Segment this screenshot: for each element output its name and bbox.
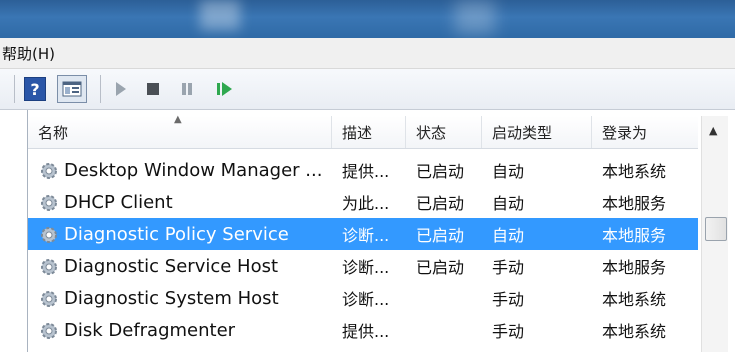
column-startup-type-label: 启动类型 (492, 123, 553, 142)
column-name-label: 名称 (38, 123, 69, 142)
service-logon-as: 本地系统 (602, 290, 667, 309)
service-name: Disk Defragmenter (64, 319, 236, 341)
toolbar: ? (0, 69, 735, 110)
column-logon-as-label: 登录为 (602, 123, 648, 142)
service-status (416, 282, 486, 314)
service-status: 已启动 (416, 258, 465, 277)
menu-help[interactable]: 帮助(H) (2, 43, 55, 64)
start-service-button[interactable] (108, 75, 134, 103)
service-status (416, 314, 486, 346)
table-row[interactable]: Diagnostic System Host 诊断... 手动 本地系统 (28, 282, 698, 314)
column-status-label: 状态 (416, 123, 447, 142)
gear-icon (41, 323, 57, 339)
column-status[interactable]: 状态 (406, 116, 482, 148)
scrollbar-thumb[interactable] (705, 217, 727, 241)
console-tree-pane (0, 110, 28, 352)
table-row-selected[interactable]: Diagnostic Policy Service 诊断... 已启动 自动 本… (28, 218, 698, 250)
titlebar-highlight (455, 0, 495, 34)
pause-icon (182, 83, 192, 95)
service-startup-type: 手动 (492, 290, 525, 309)
service-description: 诊断... (342, 226, 390, 245)
service-startup-type: 自动 (492, 194, 525, 213)
service-name: Desktop Window Manager ... (64, 159, 323, 181)
vertical-scrollbar[interactable]: ▲ (701, 116, 728, 352)
service-logon-as: 本地系统 (602, 322, 667, 341)
stop-icon (147, 83, 159, 95)
sort-ascending-icon: ▲ (174, 114, 182, 125)
service-status: 已启动 (416, 194, 465, 213)
play-icon (116, 82, 126, 96)
console-tree-glyph (62, 81, 82, 97)
table-row[interactable]: Diagnostic Service Host 诊断... 已启动 手动 本地服… (28, 250, 698, 282)
toolbar-separator (100, 75, 101, 103)
table-row[interactable]: Disk Defragmenter 提供... 手动 本地系统 (28, 314, 698, 346)
service-logon-as: 本地服务 (602, 226, 667, 245)
restart-service-button[interactable] (212, 75, 238, 103)
table-row[interactable]: DHCP Client 为此... 已启动 自动 本地服务 (28, 186, 698, 218)
table-row[interactable]: Desktop Window Manager ... 提供... 已启动 自动 … (28, 154, 698, 186)
column-name[interactable]: 名称 ▲ (28, 114, 332, 148)
service-logon-as: 本地系统 (602, 162, 667, 181)
service-name: DHCP Client (64, 191, 173, 213)
column-logon-as[interactable]: 登录为 (592, 116, 698, 148)
gear-icon (41, 291, 57, 307)
service-name: Diagnostic System Host (64, 287, 279, 309)
service-name: Diagnostic Policy Service (64, 223, 289, 245)
restart-icon (217, 82, 232, 96)
service-description: 为此... (342, 194, 390, 213)
menu-bar: 帮助(H) (0, 38, 735, 69)
service-startup-type: 自动 (492, 226, 525, 245)
console-tree-icon (57, 75, 87, 103)
column-startup-type[interactable]: 启动类型 (482, 116, 592, 148)
gear-icon (41, 259, 57, 275)
service-startup-type: 自动 (492, 162, 525, 181)
service-description: 提供... (342, 162, 390, 181)
service-status: 已启动 (416, 162, 465, 181)
help-glyph: ? (30, 79, 40, 99)
scroll-up-icon[interactable]: ▲ (709, 124, 717, 137)
service-status: 已启动 (416, 226, 465, 245)
gear-icon (41, 195, 57, 211)
column-description[interactable]: 描述 (332, 116, 406, 148)
toolbar-separator (14, 75, 15, 103)
service-logon-as: 本地服务 (602, 258, 667, 277)
column-description-label: 描述 (342, 123, 373, 142)
service-description: 诊断... (342, 258, 390, 277)
window-titlebar (0, 0, 735, 38)
service-description: 提供... (342, 322, 390, 341)
pause-service-button[interactable] (174, 75, 200, 103)
help-button[interactable]: ? (22, 75, 48, 103)
service-name: Diagnostic Service Host (64, 255, 279, 277)
service-logon-as: 本地服务 (602, 194, 667, 213)
gear-icon (41, 227, 57, 243)
column-header: 名称 ▲ 描述 状态 启动类型 登录为 (28, 114, 698, 149)
stop-service-button[interactable] (140, 75, 166, 103)
services-list: 名称 ▲ 描述 状态 启动类型 登录为 Desktop Window Manag… (28, 110, 735, 352)
titlebar-highlight (200, 0, 240, 30)
service-description: 诊断... (342, 290, 390, 309)
service-startup-type: 手动 (492, 322, 525, 341)
help-icon: ? (24, 77, 46, 101)
console-tree-button[interactable] (55, 75, 89, 103)
gear-icon (41, 163, 57, 179)
service-startup-type: 手动 (492, 258, 525, 277)
